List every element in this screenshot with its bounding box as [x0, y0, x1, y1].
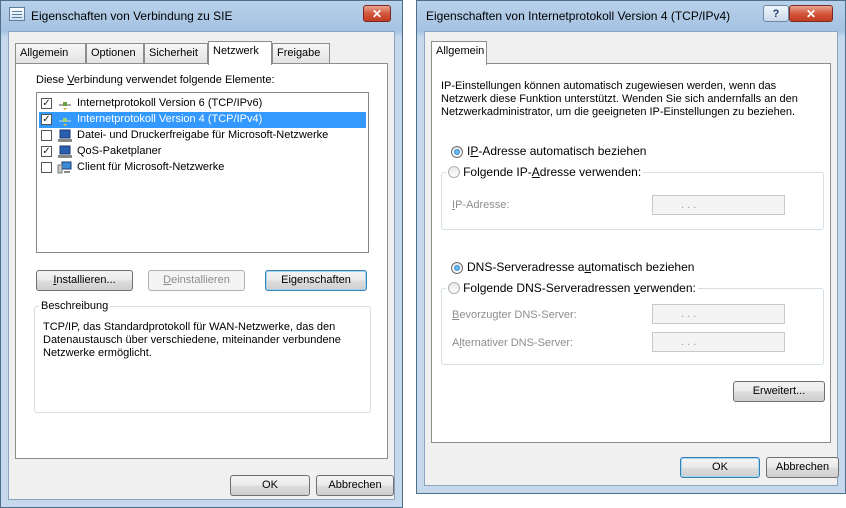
- cancel-button[interactable]: Abbrechen: [316, 475, 394, 496]
- close-button[interactable]: ✕: [789, 5, 833, 22]
- components-label: Diese Verbindung verwendet folgende Elem…: [36, 74, 275, 86]
- ip-address-field[interactable]: . . .: [652, 195, 785, 215]
- description-group: Beschreibung TCP/IP, das Standardprotoko…: [34, 300, 371, 413]
- ipv4-label: Internetprotokoll Version 4 (TCP/IPv4): [77, 113, 263, 125]
- alternate-dns-field[interactable]: . . .: [652, 332, 785, 352]
- list-item-qos[interactable]: ✓ QoS-Paketplaner: [39, 144, 366, 160]
- ip-manual-label[interactable]: Folgende IP-Adresse verwenden:: [463, 165, 641, 179]
- protocol-icon: [59, 118, 71, 126]
- client-icon: [57, 161, 72, 174]
- client-label: Client für Microsoft-Netzwerke: [77, 161, 225, 173]
- install-button[interactable]: Installieren...: [36, 270, 133, 291]
- list-item-ipv4[interactable]: ✓ Internetprotokoll Version 4 (TCP/IPv4): [39, 112, 366, 128]
- intro-line-3: Netzwerkadministrator, um die geeigneten…: [441, 106, 796, 118]
- alternate-dns-label: Alternativer DNS-Server:: [452, 337, 574, 349]
- list-item-file-printer-sharing[interactable]: Datei- und Druckerfreigabe für Microsoft…: [39, 128, 366, 144]
- ip-auto-radio[interactable]: [451, 146, 463, 158]
- ipv4-checkbox[interactable]: ✓: [41, 114, 52, 125]
- list-item-client[interactable]: Client für Microsoft-Netzwerke: [39, 160, 366, 176]
- intro-line-2: Netzwerk diese Funktion unterstützt. Wen…: [441, 93, 798, 105]
- window-title: Eigenschaften von Internetprotokoll Vers…: [426, 9, 731, 23]
- ip-manual-radio[interactable]: [448, 166, 460, 178]
- ip-manual-group: Folgende IP-Adresse verwenden: IP-Adress…: [441, 165, 824, 230]
- advanced-button[interactable]: Erweitert...: [733, 381, 825, 402]
- dialog-client-area: Allgemein Optionen Sicherheit Netzwerk F…: [8, 31, 395, 500]
- dns-manual-title: Folgende DNS-Serveradressen verwenden:: [446, 281, 698, 295]
- list-item-ipv6[interactable]: ✓ Internetprotokoll Version 6 (TCP/IPv6): [39, 96, 366, 112]
- dns-manual-radio[interactable]: [448, 282, 460, 294]
- tab-sicherheit[interactable]: Sicherheit: [144, 43, 208, 64]
- dns-auto-radio[interactable]: [451, 262, 463, 274]
- tab-optionen[interactable]: Optionen: [86, 43, 144, 64]
- preferred-dns-field[interactable]: . . .: [652, 304, 785, 324]
- uninstall-button[interactable]: Deinstallieren: [148, 270, 245, 291]
- title-bar[interactable]: Eigenschaften von Verbindung zu SIE ✕: [1, 1, 402, 31]
- ok-button[interactable]: OK: [680, 457, 760, 478]
- components-list[interactable]: ✓ Internetprotokoll Version 6 (TCP/IPv6)…: [36, 92, 369, 253]
- qos-label: QoS-Paketplaner: [77, 145, 162, 157]
- file-sharing-checkbox[interactable]: [41, 130, 52, 141]
- qos-checkbox[interactable]: ✓: [41, 146, 52, 157]
- title-bar[interactable]: Eigenschaften von Internetprotokoll Vers…: [417, 1, 845, 31]
- cancel-button[interactable]: Abbrechen: [766, 457, 839, 478]
- protocol-icon: [59, 102, 71, 110]
- service-icon: [58, 129, 72, 142]
- window-title: Eigenschaften von Verbindung zu SIE: [31, 9, 233, 23]
- tab-allgemein[interactable]: Allgemein: [431, 41, 487, 65]
- network-window-icon: [9, 7, 25, 21]
- connection-properties-window: Eigenschaften von Verbindung zu SIE ✕ Al…: [0, 0, 403, 508]
- tab-netzwerk[interactable]: Netzwerk: [208, 41, 272, 65]
- description-title: Beschreibung: [39, 300, 111, 312]
- client-checkbox[interactable]: [41, 162, 52, 173]
- tab-freigabe[interactable]: Freigabe: [272, 43, 330, 64]
- dns-manual-group: Folgende DNS-Serveradressen verwenden: B…: [441, 281, 824, 365]
- tab-panel-netzwerk: Diese Verbindung verwendet folgende Elem…: [15, 63, 388, 459]
- ip-manual-title: Folgende IP-Adresse verwenden:: [446, 165, 644, 179]
- ipv6-checkbox[interactable]: ✓: [41, 98, 52, 109]
- dialog-client-area: Allgemein IP-Einstellungen können automa…: [424, 31, 839, 486]
- properties-button[interactable]: Eigenschaften: [265, 270, 367, 291]
- dns-auto-label[interactable]: DNS-Serveradresse automatisch beziehen: [467, 260, 694, 274]
- tab-panel-allgemein: IP-Einstellungen können automatisch zuge…: [431, 63, 831, 443]
- tab-allgemein[interactable]: Allgemein: [15, 43, 86, 64]
- intro-line-1: IP-Einstellungen können automatisch zuge…: [441, 80, 777, 92]
- close-button[interactable]: ✕: [363, 5, 391, 22]
- file-sharing-label: Datei- und Druckerfreigabe für Microsoft…: [77, 129, 329, 141]
- ipv4-properties-window: Eigenschaften von Internetprotokoll Vers…: [416, 0, 846, 494]
- ipv6-label: Internetprotokoll Version 6 (TCP/IPv6): [77, 97, 263, 109]
- description-line-2: Datenaustausch über verschiedene, mitein…: [43, 334, 341, 346]
- help-button[interactable]: ?: [763, 5, 789, 22]
- ok-button[interactable]: OK: [230, 475, 310, 496]
- service-icon: [58, 145, 72, 158]
- ip-auto-label[interactable]: IP-Adresse automatisch beziehen: [467, 144, 646, 158]
- description-line-3: Netzwerke ermöglicht.: [43, 347, 152, 359]
- description-line-1: TCP/IP, das Standardprotokoll für WAN-Ne…: [43, 321, 336, 333]
- dns-manual-label[interactable]: Folgende DNS-Serveradressen verwenden:: [463, 281, 696, 295]
- ip-address-label: IP-Adresse:: [452, 199, 510, 211]
- preferred-dns-label: Bevorzugter DNS-Server:: [452, 309, 577, 321]
